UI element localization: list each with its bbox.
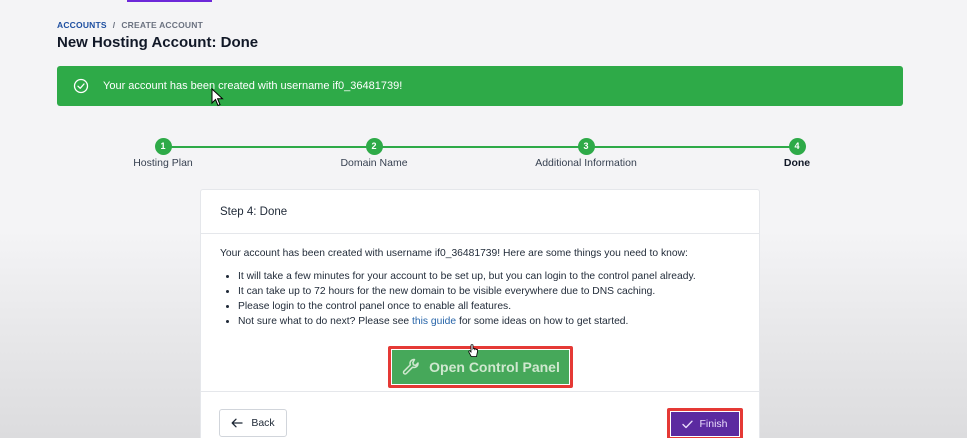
card-intro: Your account has been created with usern…: [220, 248, 688, 259]
step-circle: 2: [365, 138, 383, 155]
list-item: It will take a few minutes for your acco…: [238, 271, 740, 283]
finish-label: Finish: [699, 418, 728, 430]
open-control-panel-button[interactable]: Open Control Panel: [392, 350, 569, 384]
finish-highlight: Finish: [667, 408, 743, 438]
step-card: Step 4: Done Your account has been creat…: [200, 189, 760, 438]
list-item: Please login to the control panel once t…: [238, 301, 740, 313]
back-button[interactable]: Back: [219, 409, 287, 437]
step-label: Additional Information: [535, 157, 637, 169]
alert-message: Your account has been created with usern…: [103, 80, 403, 92]
card-header: Step 4: Done: [201, 190, 759, 234]
wrench-icon: [402, 358, 419, 375]
list-item-text: Not sure what to do next? Please see: [238, 316, 413, 327]
finish-button[interactable]: Finish: [671, 412, 739, 436]
step-label: Done: [783, 157, 811, 169]
step-label: Hosting Plan: [133, 157, 193, 169]
step-circle: 4: [788, 138, 806, 155]
progress-stepper: 1 Hosting Plan 2 Domain Name 3 Additiona…: [0, 138, 967, 178]
mouse-cursor-icon: [211, 88, 224, 107]
back-label: Back: [251, 417, 275, 429]
step-hosting-plan: 1 Hosting Plan: [93, 138, 233, 169]
list-item: It can take up to 72 hours for the new d…: [238, 286, 740, 298]
open-control-panel-highlight: Open Control Panel: [388, 346, 573, 388]
step-circle: 1: [154, 138, 172, 155]
card-body: Your account has been created with usern…: [201, 234, 759, 328]
check-circle-icon: [73, 78, 89, 94]
page-title: New Hosting Account: Done: [57, 34, 259, 51]
step-circle: 3: [577, 138, 595, 155]
guide-link[interactable]: this guide: [412, 316, 456, 327]
step-done: 4 Done: [727, 138, 867, 169]
step-label: Domain Name: [340, 157, 408, 169]
breadcrumb-current: CREATE ACCOUNT: [121, 20, 203, 30]
info-list: It will take a few minutes for your acco…: [238, 271, 740, 328]
breadcrumb: ACCOUNTS / CREATE ACCOUNT: [57, 20, 203, 30]
open-control-panel-label: Open Control Panel: [429, 359, 560, 375]
list-item: Not sure what to do next? Please see thi…: [238, 316, 740, 328]
hand-cursor-icon: [468, 344, 478, 357]
arrow-left-icon: [231, 418, 243, 428]
topbar-accent: [127, 0, 212, 2]
card-footer: Back Finish: [201, 391, 759, 438]
list-item-text: for some ideas on how to get started.: [456, 316, 629, 327]
breadcrumb-separator: /: [112, 20, 116, 30]
checkmark-icon: [682, 420, 694, 428]
step-domain-name: 2 Domain Name: [304, 138, 444, 169]
breadcrumb-accounts[interactable]: ACCOUNTS: [57, 20, 107, 30]
stepper-line: [163, 146, 797, 148]
step-additional-information: 3 Additional Information: [516, 138, 656, 169]
success-alert: Your account has been created with usern…: [57, 66, 903, 106]
